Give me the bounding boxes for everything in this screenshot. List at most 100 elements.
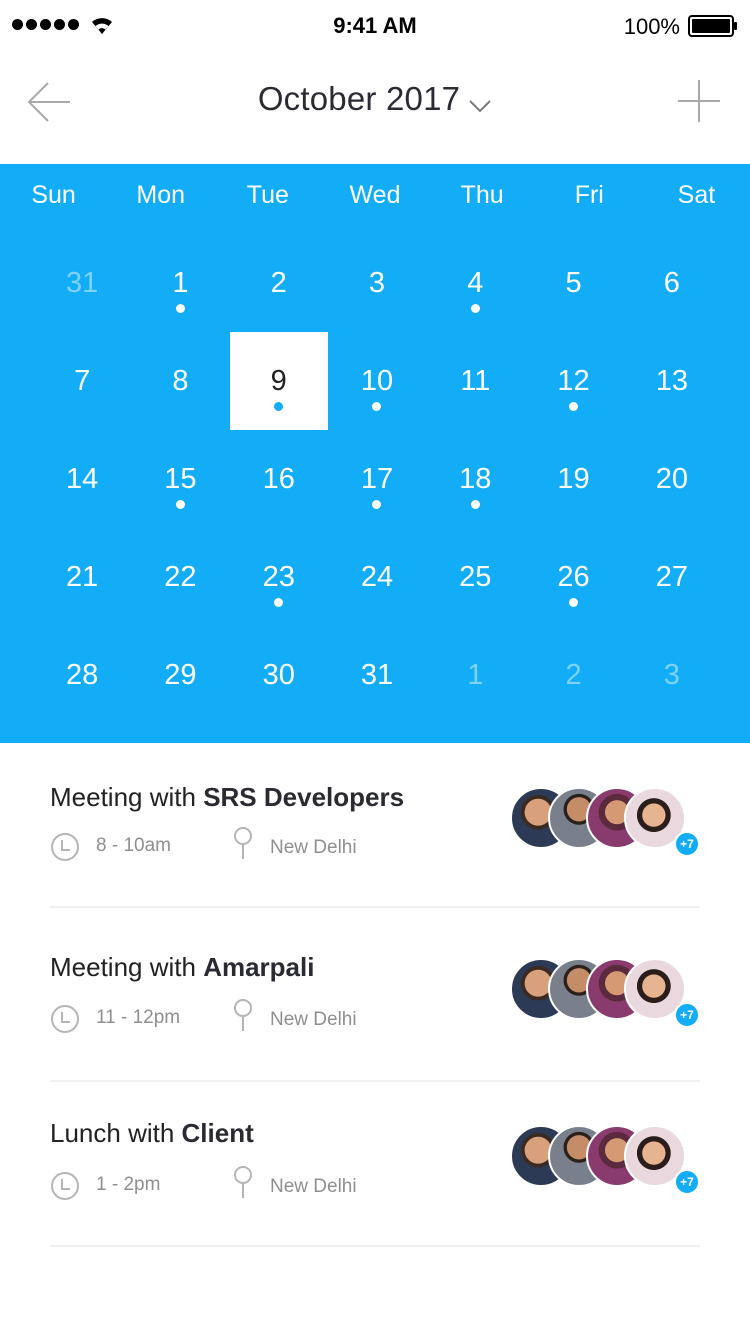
day-number: 3: [368, 266, 386, 299]
calendar-day[interactable]: 1: [426, 626, 524, 724]
day-number: 19: [557, 462, 590, 495]
day-number: 25: [459, 560, 492, 593]
calendar-day[interactable]: 3: [623, 626, 721, 724]
attendee-avatars[interactable]: +7: [510, 787, 700, 857]
calendar-day[interactable]: 19: [524, 430, 622, 528]
event-item[interactable]: Meeting with SRS Developers 8 - 10am New…: [50, 743, 700, 908]
weekday-label: Thu: [460, 181, 504, 209]
day-number: 15: [164, 462, 197, 495]
calendar-grid: 31 1 2 3 4 5 6 7 8 9 10 11 12 13 14 15 16 17 18 19 20 21 22 23 2…: [33, 234, 721, 724]
day-number: 24: [360, 560, 394, 593]
day-number: 10: [360, 364, 394, 397]
calendar-day[interactable]: 7: [33, 332, 131, 430]
event-title-prefix: Meeting with: [50, 782, 204, 812]
day-number: 1: [467, 658, 484, 691]
chevron-down-icon: [469, 100, 491, 113]
calendar-day-selected[interactable]: 9: [229, 332, 328, 430]
event-indicator-dot: [569, 598, 579, 607]
calendar-day[interactable]: 16: [230, 430, 328, 528]
event-title: Lunch with Client: [50, 1118, 254, 1149]
calendar-day[interactable]: 3: [328, 234, 426, 332]
calendar-day[interactable]: 4: [426, 234, 524, 332]
day-number: 30: [262, 658, 295, 691]
calendar-day[interactable]: 17: [328, 430, 426, 528]
day-number: 27: [655, 560, 688, 593]
clock-icon: [51, 1005, 79, 1033]
day-number: 1: [172, 266, 189, 299]
calendar-day[interactable]: 23: [230, 528, 328, 626]
calendar-day[interactable]: 14: [33, 430, 131, 528]
status-bar: 9:41 AM 100%: [0, 0, 750, 54]
calendar-day[interactable]: 11: [426, 332, 524, 430]
day-number: 3: [663, 658, 680, 691]
calendar-day[interactable]: 31: [33, 234, 131, 332]
day-number: 31: [360, 658, 394, 691]
calendar-day[interactable]: 8: [131, 332, 229, 430]
calendar-week-row: 14 15 16 17 18 19 20: [33, 430, 721, 528]
calendar-day[interactable]: 29: [131, 626, 229, 724]
event-item[interactable]: Meeting with Amarpali 11 - 12pm New Delh…: [50, 908, 700, 1082]
weekday-label: Sat: [677, 181, 716, 209]
calendar-week-row: 21 22 23 24 25 26 27: [33, 528, 721, 626]
event-indicator-dot: [569, 402, 579, 411]
day-number: 6: [663, 266, 680, 299]
attendee-avatars[interactable]: +7: [510, 1125, 700, 1195]
battery-icon: [688, 15, 737, 37]
day-number: 16: [262, 462, 295, 495]
clock-icon: [51, 833, 79, 861]
plus-icon[interactable]: [676, 78, 722, 124]
calendar-day[interactable]: 5: [524, 234, 622, 332]
calendar: Sun Mon Tue Wed Thu Fri Sat 31 1 2 3 4 5 6 7 8 9 1…: [0, 164, 750, 743]
event-item[interactable]: Lunch with Client 1 - 2pm New Delhi +7: [50, 1082, 700, 1247]
calendar-day[interactable]: 12: [524, 332, 622, 430]
event-indicator-dot: [470, 500, 480, 509]
day-number: 29: [164, 658, 197, 691]
header: October 2017: [0, 54, 750, 164]
weekday-header: Sun Mon Tue Wed Thu Fri Sat: [0, 164, 750, 226]
day-number: 28: [66, 658, 99, 691]
day-number: 21: [66, 560, 99, 593]
month-selector[interactable]: October 2017: [0, 80, 750, 118]
calendar-day[interactable]: 27: [623, 528, 721, 626]
event-title: Meeting with Amarpali: [50, 952, 314, 983]
day-number: 2: [270, 266, 287, 299]
calendar-day[interactable]: 1: [131, 234, 229, 332]
calendar-day[interactable]: 6: [623, 234, 721, 332]
event-location: New Delhi: [270, 837, 357, 858]
calendar-day[interactable]: 26: [524, 528, 622, 626]
event-indicator-dot: [372, 500, 382, 509]
calendar-day[interactable]: 28: [33, 626, 131, 724]
event-title-name: Amarpali: [203, 952, 315, 982]
calendar-day[interactable]: 25: [426, 528, 524, 626]
calendar-day[interactable]: 21: [33, 528, 131, 626]
day-number: 13: [655, 364, 688, 397]
event-indicator-dot: [372, 402, 382, 411]
day-number: 23: [262, 560, 295, 593]
calendar-day[interactable]: 13: [623, 332, 721, 430]
weekday-label: Mon: [136, 181, 186, 209]
calendar-day[interactable]: 22: [131, 528, 229, 626]
weekday-label: Sun: [31, 181, 76, 209]
event-indicator-dot: [470, 304, 480, 313]
weekday-label: Wed: [349, 181, 401, 209]
calendar-day[interactable]: 2: [230, 234, 328, 332]
calendar-day[interactable]: 10: [328, 332, 426, 430]
calendar-day[interactable]: 20: [623, 430, 721, 528]
event-indicator-dot: [175, 304, 185, 313]
event-meta: 1 - 2pm New Delhi: [50, 1166, 470, 1201]
day-number: 26: [557, 560, 590, 593]
calendar-day[interactable]: 30: [230, 626, 328, 724]
day-number: 20: [655, 462, 688, 495]
event-meta: 8 - 10am New Delhi: [50, 827, 470, 862]
calendar-day[interactable]: 31: [328, 626, 426, 724]
event-list: Meeting with SRS Developers 8 - 10am New…: [0, 743, 750, 1247]
attendee-avatars[interactable]: +7: [510, 958, 700, 1028]
calendar-day[interactable]: 15: [131, 430, 229, 528]
calendar-day[interactable]: 24: [328, 528, 426, 626]
event-title: Meeting with SRS Developers: [50, 782, 404, 813]
calendar-day[interactable]: 2: [524, 626, 622, 724]
day-number: 2: [565, 658, 582, 691]
more-attendees-badge: +7: [674, 831, 700, 857]
event-time: 8 - 10am: [96, 835, 171, 856]
calendar-day[interactable]: 18: [426, 430, 524, 528]
